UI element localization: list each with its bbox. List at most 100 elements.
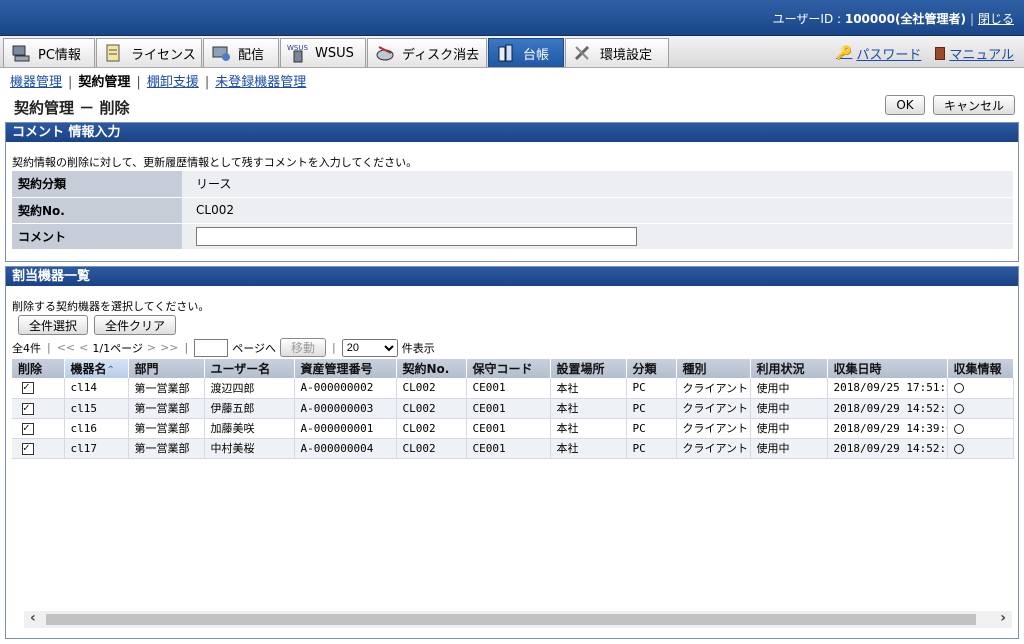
table-header-row: 削除 機器名⌃ 部門 ユーザー名 資産管理番号 契約No. 保守コード 設置場所… <box>12 359 1014 378</box>
cell-collected-info <box>947 418 1014 439</box>
col-delete[interactable]: 削除 <box>12 359 65 378</box>
goto-page-label: ページへ <box>232 341 277 355</box>
col-usage-status[interactable]: 利用状況 <box>750 359 828 378</box>
cell-location: 本社 <box>550 418 627 439</box>
collected-circle-icon <box>953 423 964 434</box>
tab-label: 配信 <box>238 47 265 63</box>
tab-disk-erase[interactable]: ディスク消去 <box>367 38 487 67</box>
tab-pc-info[interactable]: PC情報 <box>3 38 95 67</box>
device-table: 削除 機器名⌃ 部門 ユーザー名 資産管理番号 契約No. 保守コード 設置場所… <box>12 359 1014 459</box>
cell-department: 第一営業部 <box>128 418 205 439</box>
manual-link[interactable]: マニュアル <box>935 44 1014 63</box>
delete-checkbox[interactable] <box>22 380 34 395</box>
cell-user-name: 伊藤五郎 <box>204 398 295 419</box>
col-location[interactable]: 設置場所 <box>550 359 627 378</box>
scroll-left-icon[interactable]: ‹ <box>30 610 36 626</box>
scrollbar-thumb[interactable] <box>46 614 976 625</box>
cell-maintenance-code: CE001 <box>466 378 551 399</box>
tab-label: ライセンス <box>131 47 196 63</box>
close-link[interactable]: 閉じる <box>978 12 1014 26</box>
cancel-button[interactable]: キャンセル <box>933 95 1015 115</box>
comment-instruction: 契約情報の削除に対して、更新履歴情報として残すコメントを入力してください。 <box>12 156 418 169</box>
separator: | <box>969 12 974 26</box>
page-size-select[interactable]: 20 <box>341 338 398 357</box>
subnav-inventory-support[interactable]: 棚卸支援 <box>147 75 199 90</box>
col-category[interactable]: 分類 <box>626 359 677 378</box>
subnav-unregistered-devices[interactable]: 未登録機器管理 <box>215 75 306 90</box>
cell-category: PC <box>626 398 677 419</box>
tab-wsus[interactable]: WSUS WSUS <box>280 38 366 67</box>
col-maintenance-code[interactable]: 保守コード <box>466 359 551 378</box>
delete-checkbox[interactable] <box>22 401 34 415</box>
separator: | <box>204 75 210 90</box>
col-department[interactable]: 部門 <box>128 359 205 378</box>
move-button[interactable]: 移動 <box>280 338 327 357</box>
delete-checkbox-cell <box>12 398 65 419</box>
collected-circle-icon <box>953 403 964 414</box>
table-row[interactable]: cl17 第一営業部 中村美桜 A-000000004 CL002 CE001 … <box>12 438 1014 459</box>
col-kind[interactable]: 種別 <box>676 359 751 378</box>
user-id-label: ユーザーID : <box>772 12 845 26</box>
device-list-section: 割当機器一覧 削除する契約機器を選択してください。 全件選択 全件クリア 全4件… <box>5 266 1019 639</box>
scroll-right-icon[interactable]: › <box>1000 610 1006 626</box>
password-label: パスワード <box>856 48 922 63</box>
tab-label: WSUS <box>315 45 354 61</box>
manual-label: マニュアル <box>949 48 1014 63</box>
table-row[interactable]: cl14 第一営業部 渡辺四郎 A-000000002 CL002 CE001 … <box>12 378 1014 399</box>
col-collected-info[interactable]: 収集情報 <box>947 359 1014 378</box>
select-all-button[interactable]: 全件選択 <box>18 315 89 335</box>
subnav-device-management[interactable]: 機器管理 <box>10 75 62 90</box>
col-collected-at[interactable]: 収集日時 <box>827 359 948 378</box>
top-banner: ユーザーID : 100000(全社管理者) | 閉じる <box>0 0 1024 36</box>
cell-asset-number: A-000000002 <box>294 378 397 399</box>
delete-checkbox[interactable] <box>22 441 34 455</box>
tab-settings[interactable]: 環境設定 <box>565 38 669 67</box>
tab-ledger[interactable]: 台帳 <box>488 38 564 67</box>
tab-delivery[interactable]: 配信 <box>203 38 279 67</box>
tab-label: 台帳 <box>523 47 550 63</box>
page-number-input[interactable] <box>194 338 229 357</box>
wsus-icon: WSUS <box>287 43 309 63</box>
contract-type-value: リース <box>182 171 1013 198</box>
last-page-link[interactable]: >> <box>160 341 178 354</box>
password-link[interactable]: 🔑 パスワード <box>836 44 921 63</box>
cell-device-name: cl15 <box>64 398 129 419</box>
page-info: 1/1ページ <box>92 341 143 355</box>
first-page-link[interactable]: << <box>57 341 75 354</box>
sub-nav: 機器管理 | 契約管理 | 棚卸支援 | 未登録機器管理 <box>10 71 306 90</box>
col-user-name[interactable]: ユーザー名 <box>204 359 295 378</box>
horizontal-scrollbar[interactable]: ‹ › <box>24 610 1012 628</box>
delete-checkbox-cell <box>12 438 65 459</box>
cell-department: 第一営業部 <box>128 438 205 459</box>
cell-location: 本社 <box>550 378 627 399</box>
table-row[interactable]: cl16 第一営業部 加藤美咲 A-000000001 CL002 CE001 … <box>12 418 1014 439</box>
delete-checkbox-cell <box>12 378 65 399</box>
cell-usage-status: 使用中 <box>750 398 828 419</box>
cell-contract-no: CL002 <box>396 398 467 419</box>
prev-page-link[interactable]: < <box>79 341 88 354</box>
cell-location: 本社 <box>550 398 627 419</box>
cell-category: PC <box>626 438 677 459</box>
delete-checkbox[interactable] <box>22 421 34 435</box>
col-device-name[interactable]: 機器名⌃ <box>64 359 129 378</box>
clear-all-button[interactable]: 全件クリア <box>94 315 177 335</box>
tab-license[interactable]: ライセンス <box>96 38 202 67</box>
cell-asset-number: A-000000004 <box>294 438 397 459</box>
col-asset-number[interactable]: 資産管理番号 <box>294 359 397 378</box>
contract-type-label: 契約分類 <box>12 171 182 198</box>
ok-button[interactable]: OK <box>885 95 925 115</box>
col-contract-no[interactable]: 契約No. <box>396 359 467 378</box>
separator: | <box>47 341 51 354</box>
cell-user-name: 渡辺四郎 <box>204 378 295 399</box>
tab-label: ディスク消去 <box>402 47 480 63</box>
comment-input[interactable] <box>196 226 637 246</box>
col-device-name-label: 機器名 <box>70 362 107 376</box>
table-row[interactable]: cl15 第一営業部 伊藤五郎 A-000000003 CL002 CE001 … <box>12 398 1014 419</box>
delivery-icon <box>210 43 232 63</box>
next-page-link[interactable]: > <box>147 341 156 354</box>
comment-field-cell <box>182 223 1013 250</box>
delete-checkbox-cell <box>12 418 65 439</box>
comment-label: コメント <box>12 223 182 250</box>
cell-contract-no: CL002 <box>396 418 467 439</box>
top-links: 🔑 パスワード マニュアル <box>836 44 1014 63</box>
